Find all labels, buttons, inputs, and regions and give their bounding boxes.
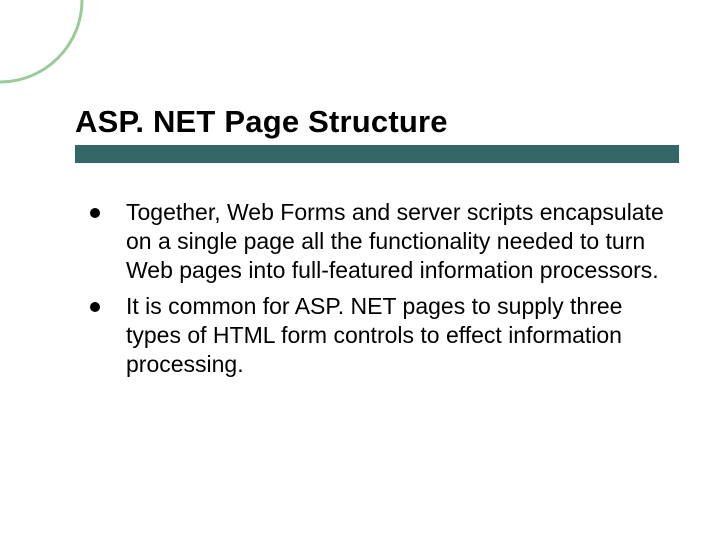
- bullet-text: Together, Web Forms and server scripts e…: [126, 198, 665, 286]
- list-item: Together, Web Forms and server scripts e…: [90, 198, 665, 286]
- slide: ASP. NET Page Structure Together, Web Fo…: [0, 0, 720, 540]
- corner-arc-decoration: [0, 0, 90, 90]
- title-underline: [75, 145, 679, 163]
- title-block: ASP. NET Page Structure: [75, 105, 680, 163]
- bullet-icon: [90, 208, 100, 218]
- slide-title: ASP. NET Page Structure: [75, 105, 680, 139]
- list-item: It is common for ASP. NET pages to suppl…: [90, 292, 665, 380]
- slide-body: Together, Web Forms and server scripts e…: [90, 198, 665, 385]
- bullet-icon: [90, 302, 100, 312]
- bullet-text: It is common for ASP. NET pages to suppl…: [126, 292, 665, 380]
